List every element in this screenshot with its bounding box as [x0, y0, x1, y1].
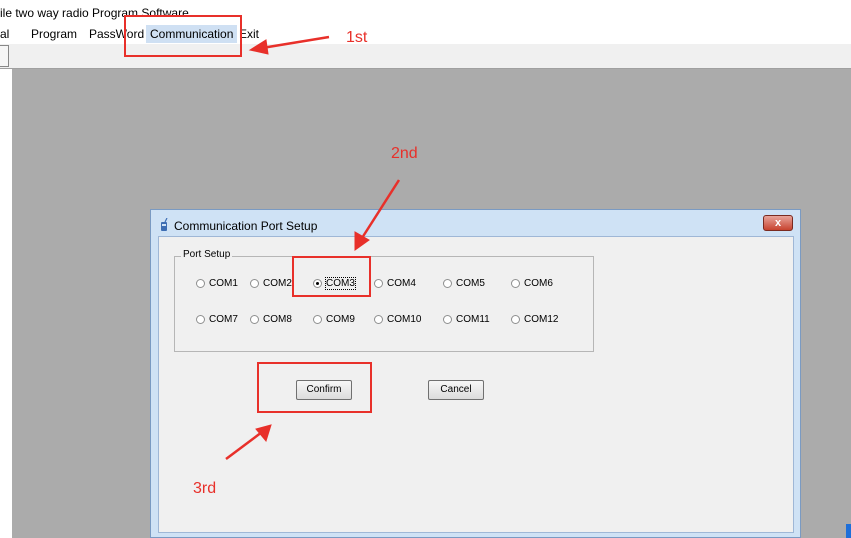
annotation-label-step1: 1st [346, 29, 368, 46]
port-setup-dialog: Communication Port Setup x Port Setup CO… [150, 209, 801, 538]
cancel-button[interactable]: Cancel [428, 380, 484, 400]
radio-label: COM6 [524, 278, 553, 289]
radio-label: COM1 [209, 278, 238, 289]
radio-com5[interactable]: COM5 [443, 278, 485, 289]
radio-com2[interactable]: COM2 [250, 278, 292, 289]
radio-app-icon [161, 218, 168, 231]
radio-label: COM7 [209, 314, 238, 325]
radio-label: COM11 [456, 314, 490, 325]
radio-com6[interactable]: COM6 [511, 278, 553, 289]
dialog-client: Port Setup COM1 COM2 COM3 COM4 COM5 COM6… [158, 236, 794, 533]
radio-dot-icon [443, 315, 452, 324]
radio-com8[interactable]: COM8 [250, 314, 292, 325]
radio-label: COM8 [263, 314, 292, 325]
workspace-margin [0, 69, 12, 538]
scroll-edge [846, 524, 851, 538]
radio-dot-icon [443, 279, 452, 288]
radio-com4[interactable]: COM4 [374, 278, 416, 289]
radio-dot-icon [511, 279, 520, 288]
radio-label: COM2 [263, 278, 292, 289]
radio-dot-icon [374, 315, 383, 324]
radio-com11[interactable]: COM11 [443, 314, 490, 325]
annotation-box-step2 [292, 256, 371, 297]
group-label: Port Setup [181, 249, 233, 260]
radio-com1[interactable]: COM1 [196, 278, 238, 289]
radio-com7[interactable]: COM7 [196, 314, 238, 325]
radio-dot-icon [250, 315, 259, 324]
radio-label: COM5 [456, 278, 485, 289]
menu-item-partial[interactable]: al [0, 27, 9, 41]
radio-label: COM10 [387, 314, 422, 325]
radio-dot-icon [374, 279, 383, 288]
radio-dot-icon [196, 315, 205, 324]
close-button[interactable]: x [763, 215, 793, 231]
annotation-box-step3 [257, 362, 372, 413]
radio-label: COM4 [387, 278, 416, 289]
dialog-title: Communication Port Setup [174, 219, 318, 233]
radio-com10[interactable]: COM10 [374, 314, 421, 325]
annotation-label-step3: 3rd [193, 480, 217, 497]
annotation-box-step1 [124, 15, 242, 57]
radio-dot-icon [250, 279, 259, 288]
radio-label: COM12 [524, 314, 559, 325]
port-setup-group: Port Setup COM1 COM2 COM3 COM4 COM5 COM6… [174, 249, 594, 352]
annotation-label-step2: 2nd [391, 145, 418, 162]
radio-dot-icon [313, 315, 322, 324]
radio-com9[interactable]: COM9 [313, 314, 355, 325]
radio-com12[interactable]: COM12 [511, 314, 558, 325]
menu-item-exit[interactable]: Exit [239, 27, 259, 41]
menu-item-program[interactable]: Program [31, 27, 77, 41]
toolbar-button[interactable] [0, 45, 9, 67]
radio-label: COM9 [326, 314, 355, 325]
radio-dot-icon [511, 315, 520, 324]
radio-dot-icon [196, 279, 205, 288]
